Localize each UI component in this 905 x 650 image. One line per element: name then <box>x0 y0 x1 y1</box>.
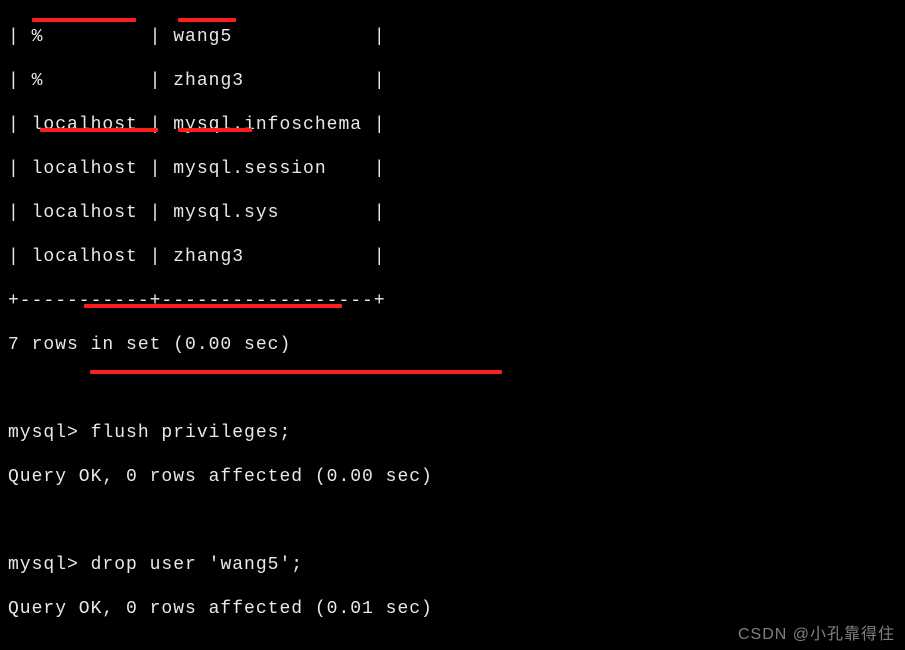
table1-row: | localhost | zhang3 | <box>8 246 897 268</box>
prompt: mysql> <box>8 423 79 443</box>
terminal-output: | % | wang5 | | % | zhang3 | | localhost… <box>0 0 905 650</box>
sql-statement: drop user 'wang5'; <box>91 555 303 575</box>
cell-user: mysql.infoschema <box>173 115 362 135</box>
table1-summary: 7 rows in set (0.00 sec) <box>8 334 897 356</box>
cell-user: zhang3 <box>173 247 244 267</box>
cell-user: wang5 <box>173 27 232 47</box>
cell-user: mysql.session <box>173 159 326 179</box>
cell-host: % <box>32 71 44 91</box>
table1-row: | % | wang5 | <box>8 26 897 48</box>
table1-border: +-----------+------------------+ <box>8 290 897 312</box>
cell-host: localhost <box>32 247 138 267</box>
sql-statement: flush privileges; <box>91 423 292 443</box>
underline-annotation <box>178 128 252 132</box>
cell-user: mysql.sys <box>173 203 279 223</box>
underline-annotation <box>40 128 158 132</box>
underline-annotation <box>178 18 236 22</box>
query-result: Query OK, 0 rows affected (0.01 sec) <box>8 598 897 620</box>
mysql-command: mysql> drop user 'wang5'; <box>8 554 897 576</box>
cell-host: localhost <box>32 115 138 135</box>
underline-annotation <box>90 370 502 374</box>
blank-line <box>8 378 897 400</box>
table1-row: | localhost | mysql.session | <box>8 158 897 180</box>
mysql-command: mysql> flush privileges; <box>8 422 897 444</box>
prompt: mysql> <box>8 555 79 575</box>
cell-host: % <box>32 27 44 47</box>
table1-row: | localhost | mysql.sys | <box>8 202 897 224</box>
table1-row: | localhost | mysql.infoschema | <box>8 114 897 136</box>
watermark: CSDN @小孔靠得住 <box>738 620 895 644</box>
underline-annotation <box>32 18 136 22</box>
cell-user: zhang3 <box>173 71 244 91</box>
query-result: Query OK, 0 rows affected (0.00 sec) <box>8 466 897 488</box>
cell-host: localhost <box>32 159 138 179</box>
underline-annotation <box>84 304 342 308</box>
table1-row: | % | zhang3 | <box>8 70 897 92</box>
cell-host: localhost <box>32 203 138 223</box>
blank-line <box>8 510 897 532</box>
